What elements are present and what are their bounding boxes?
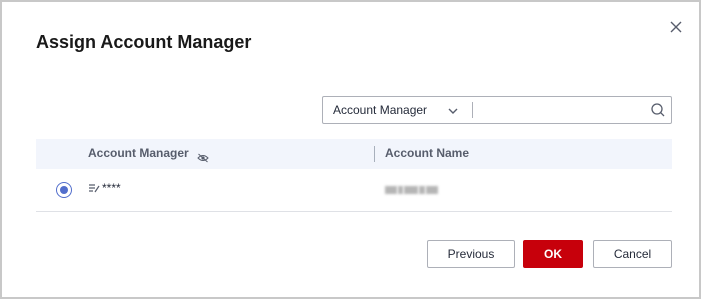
search-box: Account Manager <box>322 96 672 124</box>
ok-button[interactable]: OK <box>523 240 583 268</box>
column-header-account-name: Account Name <box>385 146 470 160</box>
table-row[interactable]: **** <box>36 169 672 212</box>
search-input[interactable] <box>473 97 671 123</box>
cell-account-manager: **** <box>88 181 121 195</box>
cancel-button[interactable]: Cancel <box>593 240 672 268</box>
edit-user-icon <box>89 183 100 192</box>
dialog: Assign Account Manager Account Manager A… <box>0 0 701 299</box>
search-icon[interactable] <box>650 102 666 118</box>
dialog-title: Assign Account Manager <box>36 32 252 52</box>
chevron-down-icon <box>447 105 459 120</box>
column-divider[interactable] <box>374 146 375 162</box>
account-name-redacted <box>385 185 438 195</box>
previous-button[interactable]: Previous <box>427 240 515 268</box>
row-radio[interactable] <box>56 182 72 198</box>
account-manager-value: **** <box>102 181 121 195</box>
column-header-account-manager: Account Manager <box>88 146 189 160</box>
search-filter-label: Account Manager <box>333 103 428 117</box>
search-filter-select[interactable]: Account Manager <box>323 97 472 123</box>
eye-off-icon[interactable] <box>197 150 209 168</box>
table-header: Account Manager Account Name <box>36 139 672 169</box>
close-icon[interactable] <box>668 19 684 35</box>
